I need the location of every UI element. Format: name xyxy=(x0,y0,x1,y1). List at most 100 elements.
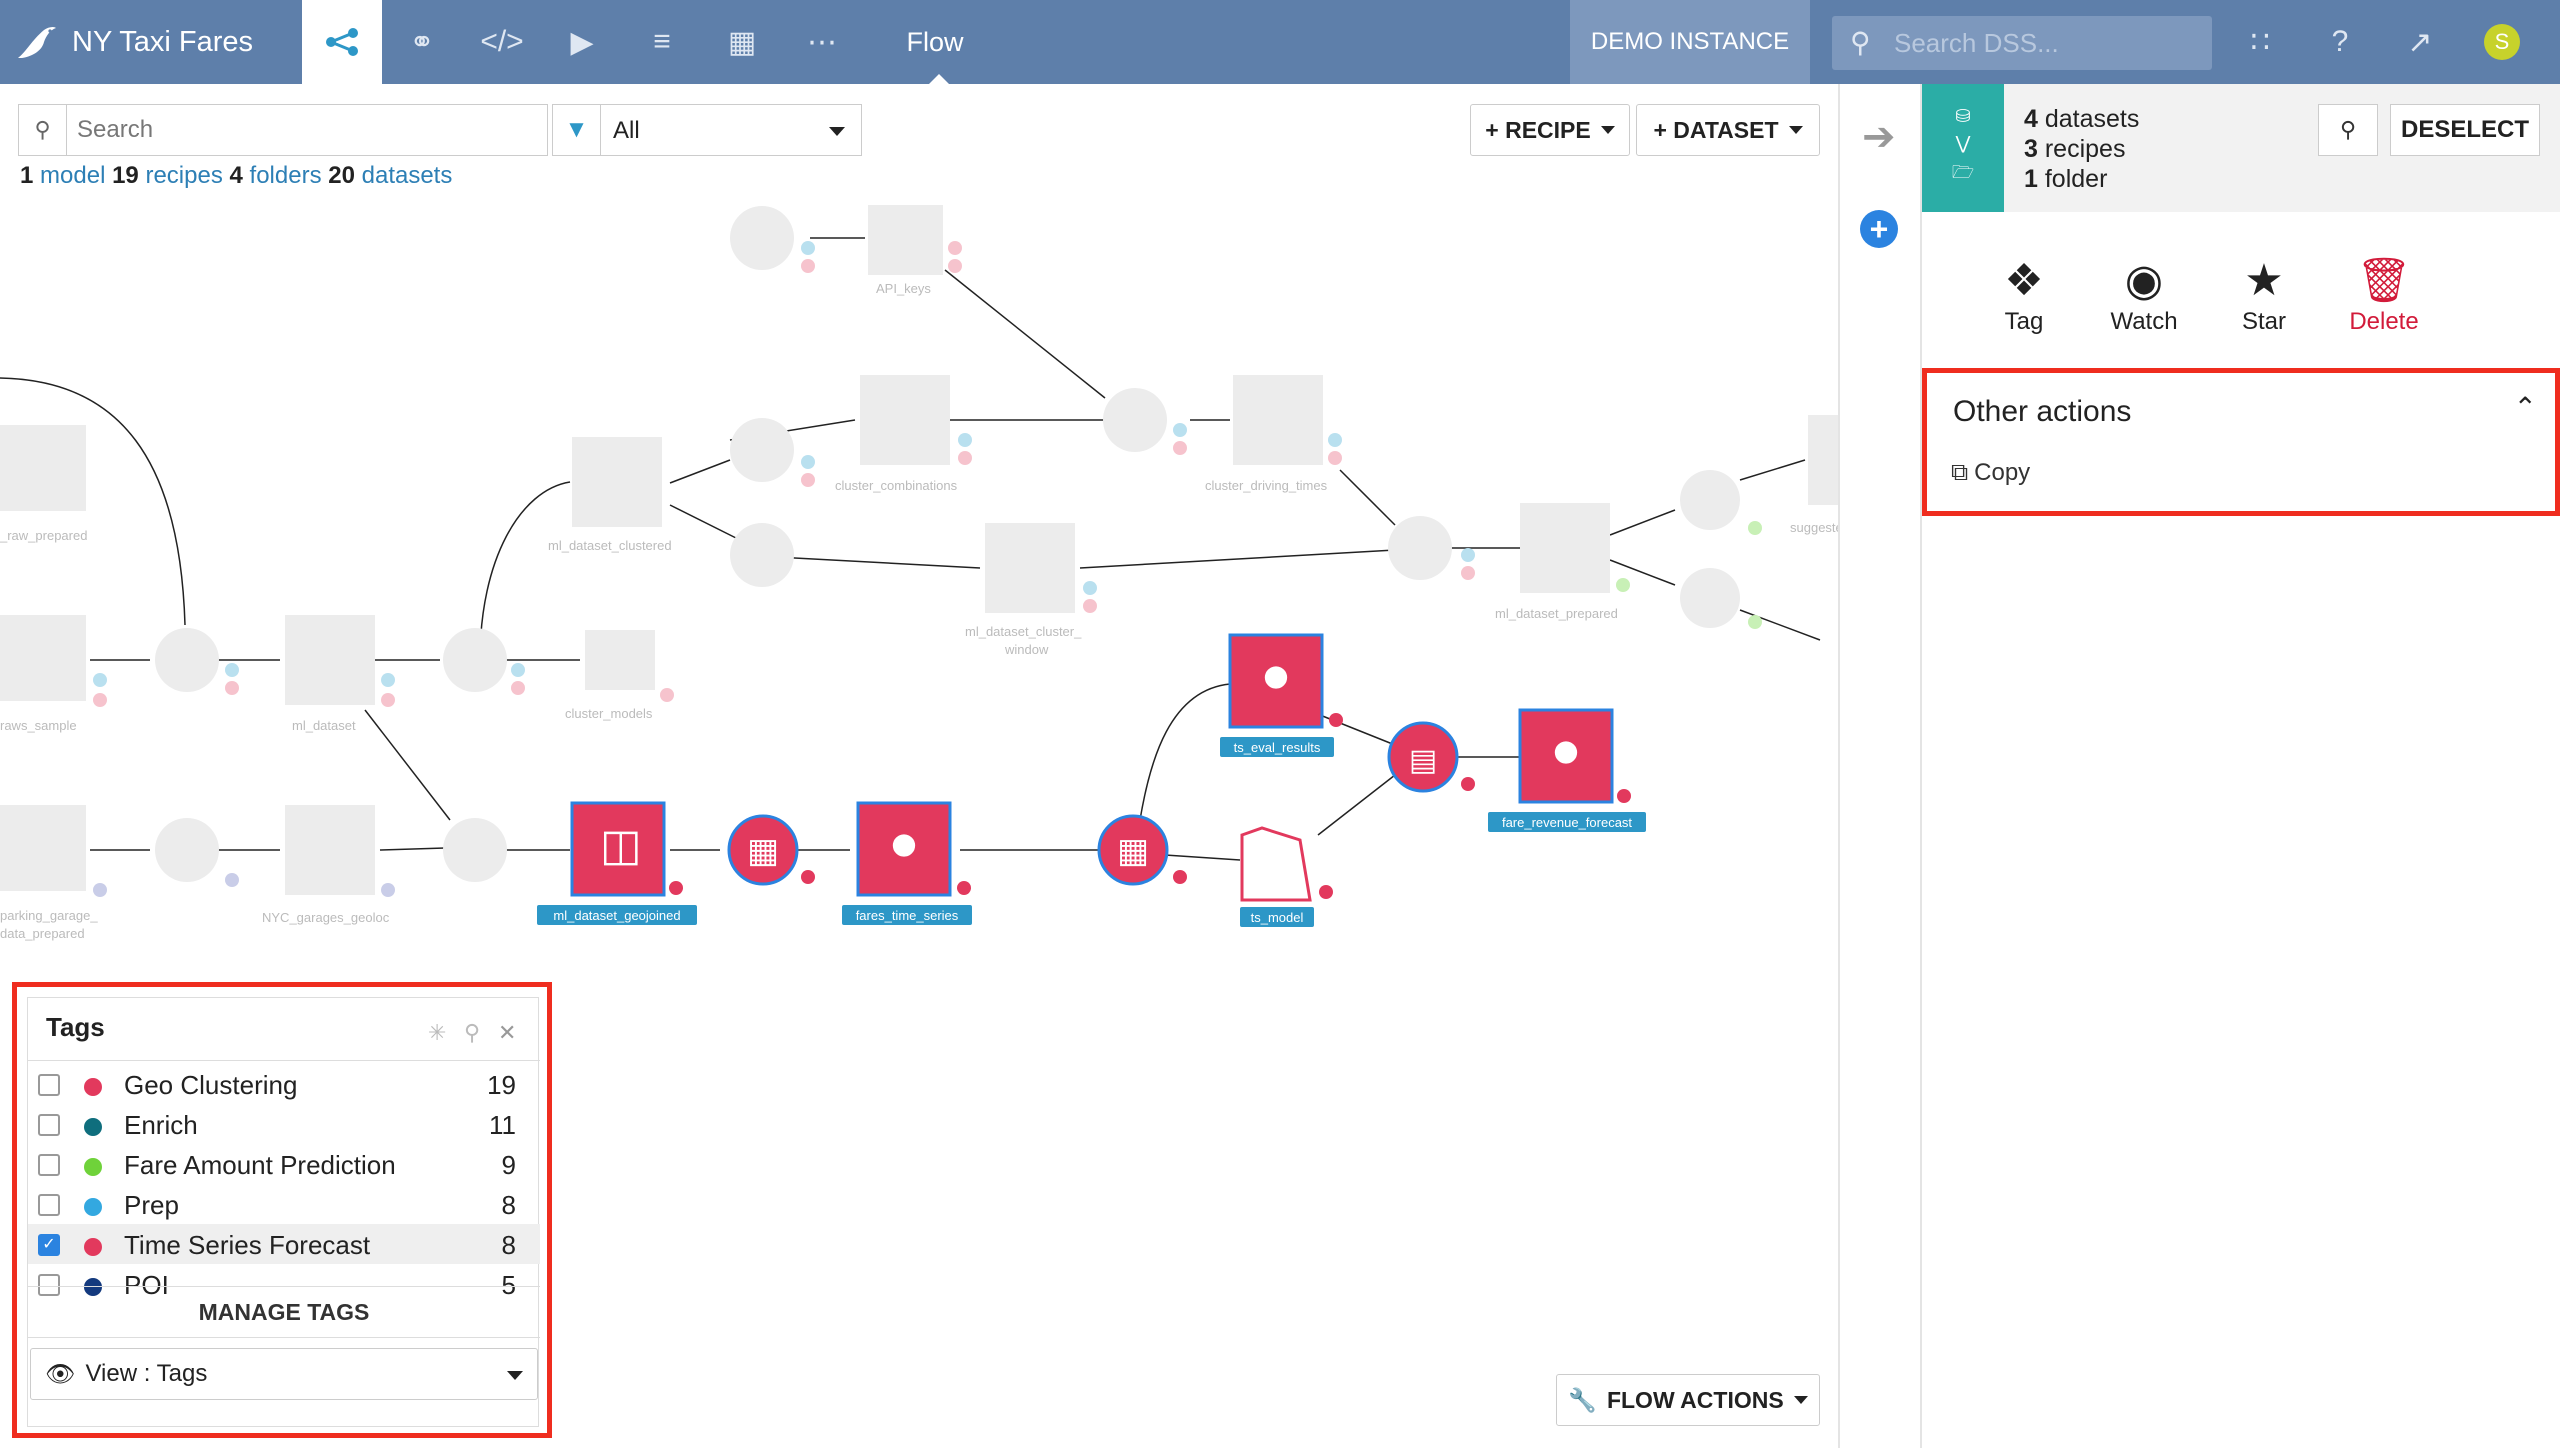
highlighted-nodes[interactable]: ◫ ml_dataset_geojoined ▦ ⚫ fares_time_se… xyxy=(537,633,1646,927)
demo-instance-badge[interactable]: DEMO INSTANCE xyxy=(1570,0,1810,84)
copy-label: Copy xyxy=(1974,459,2031,486)
delete-action[interactable]: 🗑 Delete xyxy=(2334,254,2434,336)
recipes-link[interactable]: recipes xyxy=(145,162,222,189)
search-icon[interactable]: ⚲ xyxy=(464,1020,480,1046)
deploy-stack-icon[interactable]: ≡ xyxy=(622,0,702,84)
faded-label-ml-dataset-clustered: ml_dataset_clustered xyxy=(548,538,672,553)
faded-label-suggested: suggeste xyxy=(1790,520,1840,535)
apps-grid-icon[interactable]: ∷ xyxy=(2220,0,2300,84)
folder-count: 4 xyxy=(229,162,243,189)
add-dataset-button[interactable]: + DATASET xyxy=(1636,104,1820,156)
add-recipe-label: + RECIPE xyxy=(1485,116,1591,143)
tag-row[interactable]: Enrich 11 xyxy=(28,1104,540,1144)
deselect-button[interactable]: DESELECT xyxy=(2390,104,2540,156)
tag-checkbox[interactable] xyxy=(38,1114,60,1136)
filter-funnel-icon: ▼ xyxy=(553,105,601,155)
faded-folder-node xyxy=(868,205,943,275)
flow-nav-icon[interactable] xyxy=(302,0,382,84)
flow-actions-button[interactable]: 🔧 FLOW ACTIONS xyxy=(1556,1374,1820,1426)
tag-name: Enrich xyxy=(124,1110,198,1140)
tag-checkbox[interactable] xyxy=(38,1074,60,1096)
dss-logo-icon[interactable] xyxy=(0,0,72,84)
tag-color-dot xyxy=(84,1078,102,1096)
project-title[interactable]: NY Taxi Fares xyxy=(72,0,253,84)
database-icon: ⛁ xyxy=(1955,106,1971,126)
eye-icon: ◉ xyxy=(2124,256,2164,305)
datasets-link[interactable]: datasets xyxy=(362,162,453,189)
star-action[interactable]: ★ Star xyxy=(2214,254,2314,336)
faded-recipe-node xyxy=(1388,516,1452,580)
collapse-arrow-icon[interactable]: ➔ xyxy=(1862,114,1896,160)
tag-action-label: Tag xyxy=(2004,308,2044,335)
tag-checkbox[interactable]: ✓ xyxy=(38,1234,60,1256)
search-icon: ⚲ xyxy=(2339,117,2357,142)
models-link[interactable]: model xyxy=(40,162,105,189)
dashboard-icon[interactable]: ▦ xyxy=(702,0,782,84)
jobs-play-icon[interactable]: ▶ xyxy=(542,0,622,84)
copy-icon: ⧉ xyxy=(1951,459,1969,486)
multi-selection-icon: ⛁ ⋁ 🗁 xyxy=(1922,84,2004,212)
manage-tags-button[interactable]: MANAGE TAGS xyxy=(28,1286,540,1338)
search-icon: ⚲ xyxy=(19,105,67,155)
copy-action[interactable]: ⧉ Copy xyxy=(1951,459,2030,487)
dataset-count: 20 xyxy=(328,162,355,189)
faded-folder-node xyxy=(585,630,655,690)
tag-row[interactable]: ✓ Time Series Forecast 8 xyxy=(28,1224,540,1264)
sparkle-select-icon[interactable]: ✳ xyxy=(428,1020,446,1046)
tags-title: Tags xyxy=(46,1012,105,1042)
faded-dataset-node xyxy=(285,805,375,895)
faded-recipe-node xyxy=(1680,470,1740,530)
faded-label-api-keys: API_keys xyxy=(876,281,931,296)
watch-action[interactable]: ◉ Watch xyxy=(2094,254,2194,336)
lab-nav-icon[interactable]: ⚭ xyxy=(382,0,462,84)
close-icon[interactable]: ✕ xyxy=(498,1020,516,1046)
help-icon[interactable]: ? xyxy=(2300,0,2380,84)
faded-recipe-node xyxy=(730,418,794,482)
add-plus-icon[interactable]: + xyxy=(1860,210,1898,248)
tag-count: 8 xyxy=(501,1190,516,1220)
search-button[interactable]: ⚲ xyxy=(2318,104,2378,156)
faded-label-parking-2: data_prepared xyxy=(0,926,85,941)
trend-chart-icon[interactable]: ↗ xyxy=(2380,0,2460,84)
tag-checkbox[interactable] xyxy=(38,1154,60,1176)
selection-panel: ⛁ ⋁ 🗁 4 datasets 3 recipes 1 folder ⚲ DE… xyxy=(1922,84,2560,1448)
faded-recipe-node xyxy=(155,628,219,692)
tag-count: 8 xyxy=(501,1230,516,1260)
flow-search-box[interactable]: ⚲ xyxy=(18,104,548,156)
tag-name: Fare Amount Prediction xyxy=(124,1150,396,1180)
chevron-down-icon xyxy=(1788,126,1803,134)
tag-row[interactable]: Geo Clustering 19 xyxy=(28,1064,540,1104)
model-count: 1 xyxy=(20,162,34,189)
chevron-up-icon[interactable]: ⌃ xyxy=(2514,391,2537,424)
flow-active-caret xyxy=(929,74,949,84)
tag-action[interactable]: ❖ Tag xyxy=(1974,254,2074,336)
faded-folder-node xyxy=(0,425,86,511)
faded-label-ml-dataset: ml_dataset xyxy=(292,718,356,733)
flow-search-input[interactable] xyxy=(77,113,537,147)
view-select[interactable]: 👁 View : Tags xyxy=(30,1348,538,1400)
global-search[interactable]: ⚲ Search DSS... xyxy=(1832,16,2212,70)
faded-dataset-node xyxy=(1233,375,1323,465)
view-select-label: View : Tags xyxy=(85,1360,208,1387)
folders-link[interactable]: folders xyxy=(250,162,322,189)
selected-recipes-label: recipes xyxy=(2044,135,2126,163)
selected-recipes-count: 3 xyxy=(2024,135,2038,163)
flow-filter-select[interactable]: ▼ All xyxy=(552,104,862,156)
more-menu-icon[interactable]: ⋯ xyxy=(782,0,862,84)
code-nav-icon[interactable]: </> xyxy=(462,0,542,84)
tag-count: 19 xyxy=(487,1070,516,1100)
add-recipe-button[interactable]: + RECIPE xyxy=(1470,104,1630,156)
avatar[interactable]: S xyxy=(2484,24,2520,60)
elephant-icon: ⚫ xyxy=(884,821,924,874)
other-actions-title[interactable]: Other actions xyxy=(1953,395,2131,429)
ml-dataset-geojoined-label: ml_dataset_geojoined xyxy=(553,908,680,923)
tag-name: Time Series Forecast xyxy=(124,1230,371,1260)
tag-checkbox[interactable] xyxy=(38,1194,60,1216)
flow-label[interactable]: Flow xyxy=(880,0,990,84)
add-dataset-label: + DATASET xyxy=(1653,116,1779,143)
faded-label-sample: raws_sample xyxy=(0,718,77,733)
fare-revenue-forecast-label: fare_revenue_forecast xyxy=(1502,815,1632,830)
faded-dataset-node xyxy=(1808,415,1840,505)
tag-row[interactable]: Fare Amount Prediction 9 xyxy=(28,1144,540,1184)
tag-row[interactable]: Prep 8 xyxy=(28,1184,540,1224)
